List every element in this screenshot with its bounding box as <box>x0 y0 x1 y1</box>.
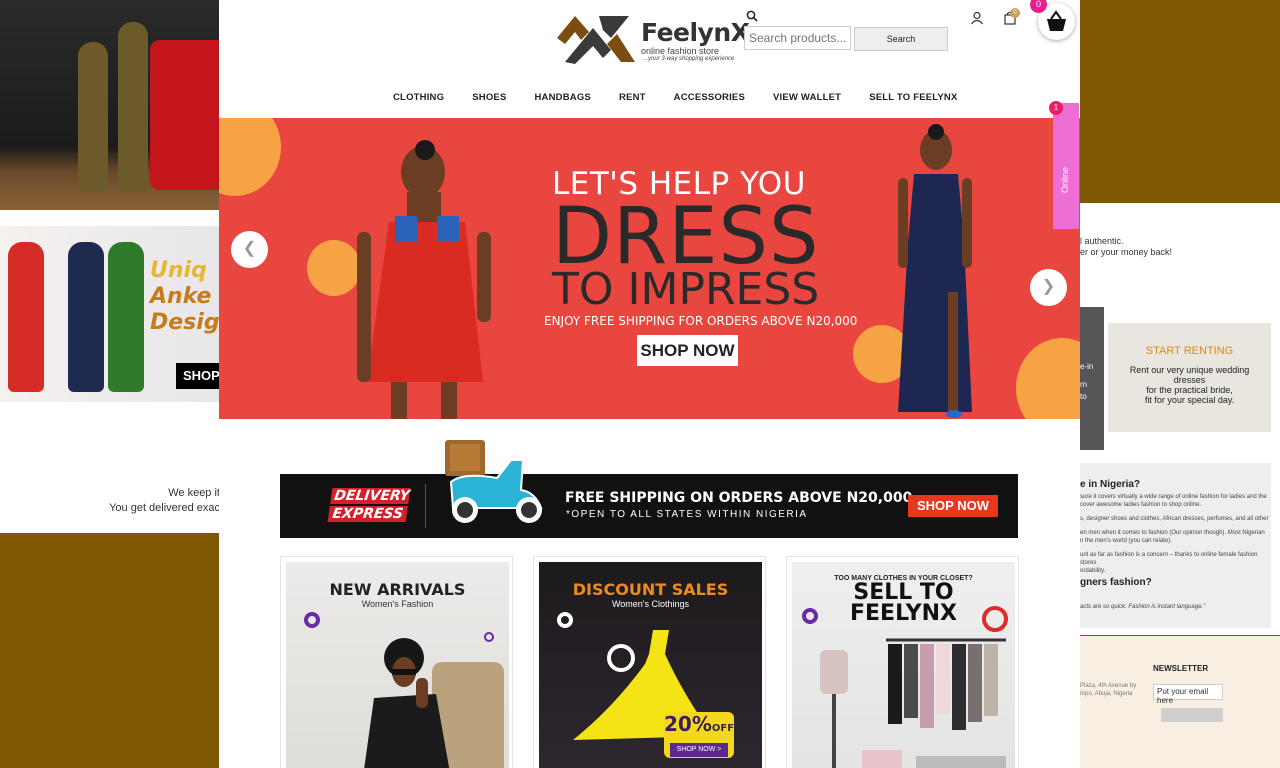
newsletter-email-input[interactable]: Put your email here <box>1153 684 1223 705</box>
divider <box>425 484 426 528</box>
feelynx-logo-icon <box>557 16 635 64</box>
new-arrivals-card[interactable]: NEW ARRIVALS Women's Fashion <box>280 556 513 768</box>
left-promo-photo <box>0 0 220 210</box>
nav-handbags[interactable]: HANDBAGS <box>534 92 591 106</box>
badge-shop-now[interactable]: SHOP NOW > <box>670 743 728 757</box>
hero-slider[interactable]: LET'S HELP YOU DRESS TO IMPRESS ENJOY FR… <box>219 118 1080 419</box>
search-icon[interactable] <box>746 10 758 22</box>
model-figure <box>118 22 148 192</box>
nav-rent[interactable]: RENT <box>619 92 646 106</box>
nav-view-wallet[interactable]: VIEW WALLET <box>773 92 841 106</box>
delivery-scooter-icon <box>445 440 543 523</box>
left-shop-button[interactable]: SHOP <box>176 363 224 389</box>
card-title: DISCOUNT SALES <box>572 580 729 599</box>
newsletter-title: NEWSLETTER <box>1153 664 1209 673</box>
discount-badge: 20%OFF SHOP NOW > <box>664 712 734 758</box>
brand-tagline: online fashion store <box>641 46 720 56</box>
keep-text: We keep it You get delivered exac <box>109 487 220 514</box>
online-chat-tab[interactable]: 1 Online <box>1049 101 1079 229</box>
nav-shoes[interactable]: SHOES <box>472 92 506 106</box>
chevron-right-icon: ❯ <box>1041 278 1056 295</box>
clothes-rack-illustration <box>820 638 1006 768</box>
model-figure <box>68 242 104 392</box>
user-account-icon[interactable] <box>970 11 984 25</box>
nav-clothing[interactable]: CLOTHING <box>393 92 444 106</box>
nav-sell-to-feelynx[interactable]: SELL TO FEELYNX <box>869 92 957 106</box>
authentic-text: l authentic. er or your money back! <box>1080 236 1173 257</box>
slider-prev-button[interactable]: ❮ <box>231 231 268 268</box>
search-button[interactable]: Search <box>854 27 948 51</box>
sell-to-feelynx-card[interactable]: TOO MANY CLOTHES IN YOUR CLOSET? SELL TO… <box>786 556 1019 768</box>
free-shipping-banner[interactable]: DELIVERY EXPRESS FREE SHIPPING ON ORDERS… <box>280 474 1018 538</box>
slider-next-button[interactable]: ❯ <box>1030 269 1067 306</box>
start-renting-title[interactable]: START RENTING <box>1108 345 1271 357</box>
decor-circle <box>1016 338 1080 419</box>
right-dark-card: e-in rn to <box>1080 307 1104 450</box>
chevron-left-icon: ❮ <box>242 240 257 257</box>
discount-sales-card[interactable]: DISCOUNT SALES Women's Clothings 20%OFF … <box>533 556 766 768</box>
main-page: FeelynX online fashion store ...your 3-w… <box>219 0 1080 768</box>
main-navigation: CLOTHING SHOES HANDBAGS RENT ACCESSORIES… <box>393 92 986 106</box>
brand-subtagline: ...your 3-way shopping experience <box>643 56 735 62</box>
faq-panel: e in Nigeria? sure it covers virtually a… <box>1080 463 1271 628</box>
free-shipping-headline: FREE SHIPPING ON ORDERS ABOVE N20,000 <box>565 490 913 506</box>
footer-address: Plaza, 4th Avenue by Inpo, Abuja, Nigeri… <box>1080 683 1137 697</box>
model-red-dress <box>357 140 491 419</box>
online-count-badge: 1 <box>1049 101 1063 115</box>
newsletter-subscribe-button[interactable] <box>1161 708 1223 722</box>
model-navy-dress <box>898 124 972 418</box>
hero-shipping-note: ENJOY FREE SHIPPING FOR ORDERS ABOVE N20… <box>544 314 858 328</box>
card-title: NEW ARRIVALS <box>329 580 466 599</box>
card-subtitle: Women's Fashion <box>361 599 434 609</box>
footer-panel: Plaza, 4th Avenue by Inpo, Abuja, Nigeri… <box>1080 636 1280 768</box>
free-shipping-subline: *OPEN TO ALL STATES WITHIN NIGERIA <box>566 509 808 520</box>
hero-shop-now-button[interactable]: SHOP NOW <box>637 335 738 366</box>
delivery-shop-now-button[interactable]: SHOP NOW <box>908 495 998 517</box>
decor-circle <box>219 118 281 196</box>
red-handbag <box>150 40 220 190</box>
model-black-outfit <box>364 638 450 768</box>
cart-count-badge: 0 <box>1010 8 1020 18</box>
model-figure <box>8 242 44 392</box>
online-label: Online <box>1060 166 1070 193</box>
card-subtitle: Women's Clothings <box>611 599 690 609</box>
start-renting-card[interactable]: START RENTING Rent our very unique weddi… <box>1108 323 1271 432</box>
hero-line-3: TO IMPRESS <box>552 264 820 315</box>
delivery-express-badge: DELIVERY EXPRESS <box>327 488 411 522</box>
site-logo[interactable]: FeelynX online fashion store ...your 3-w… <box>555 14 750 66</box>
left-background: Uniq Anke Desig SHOP We keep it You get … <box>0 0 224 768</box>
search-input[interactable] <box>744 26 851 50</box>
ankara-banner-text: Uniq Anke Desig <box>150 258 220 335</box>
brand-name: FeelynX <box>641 18 750 47</box>
model-figure <box>108 242 144 392</box>
nav-accessories[interactable]: ACCESSORIES <box>674 92 745 106</box>
model-figure <box>78 42 108 192</box>
